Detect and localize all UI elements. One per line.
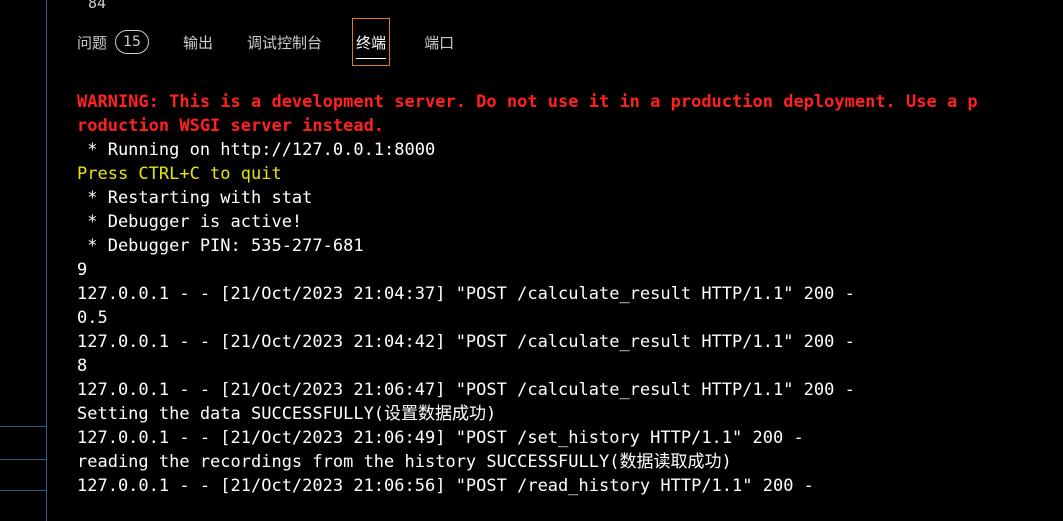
tab-terminal[interactable]: 终端	[352, 18, 391, 66]
terminal-line: 127.0.0.1 - - [21/Oct/2023 21:04:42] "PO…	[77, 332, 855, 352]
activity-gutter	[0, 0, 47, 521]
terminal-line: 8	[77, 356, 88, 376]
tab-label: 调试控制台	[247, 33, 323, 52]
terminal-line: 127.0.0.1 - - [21/Oct/2023 21:04:37] "PO…	[77, 284, 855, 304]
tab-ports[interactable]: 端口	[424, 19, 454, 65]
terminal-line: 127.0.0.1 - - [21/Oct/2023 21:06:56] "PO…	[77, 476, 814, 496]
terminal-line: * Debugger is active!	[77, 212, 303, 232]
tab-label: 终端	[356, 33, 387, 52]
terminal-line: Press CTRL+C to quit	[77, 164, 282, 184]
terminal-output[interactable]: WARNING: This is a development server. D…	[77, 90, 1057, 498]
terminal-line: roduction WSGI server instead.	[77, 116, 385, 136]
terminal-line: * Debugger PIN: 535-277-681	[77, 236, 364, 256]
tab-label: 问题	[77, 33, 108, 52]
terminal-line: 9	[77, 260, 88, 280]
tab-problems[interactable]: 问题 15	[77, 19, 150, 65]
terminal-line: Setting the data SUCCESSFULLY(设置数据成功)	[77, 404, 497, 424]
problems-count-badge: 15	[115, 30, 150, 54]
gutter-divider	[0, 426, 46, 427]
tab-debug-console[interactable]: 调试控制台	[247, 19, 322, 65]
editor-line-number: 84	[88, 0, 107, 12]
terminal-line: reading the recordings from the history …	[77, 452, 732, 472]
gutter-divider	[0, 490, 46, 491]
terminal-line: * Running on http://127.0.0.1:8000	[77, 140, 436, 160]
gutter-divider	[0, 459, 46, 460]
panel-tab-bar: 问题 15 输出 调试控制台 终端 端口	[62, 17, 488, 67]
tab-label: 输出	[183, 33, 214, 52]
tab-output[interactable]: 输出	[183, 19, 213, 65]
terminal-line: WARNING: This is a development server. D…	[77, 92, 978, 112]
terminal-line: 127.0.0.1 - - [21/Oct/2023 21:06:49] "PO…	[77, 428, 804, 448]
terminal-line: 127.0.0.1 - - [21/Oct/2023 21:06:47] "PO…	[77, 380, 855, 400]
terminal-line: 0.5	[77, 308, 108, 328]
terminal-line: * Restarting with stat	[77, 188, 313, 208]
tab-label: 端口	[424, 33, 455, 52]
